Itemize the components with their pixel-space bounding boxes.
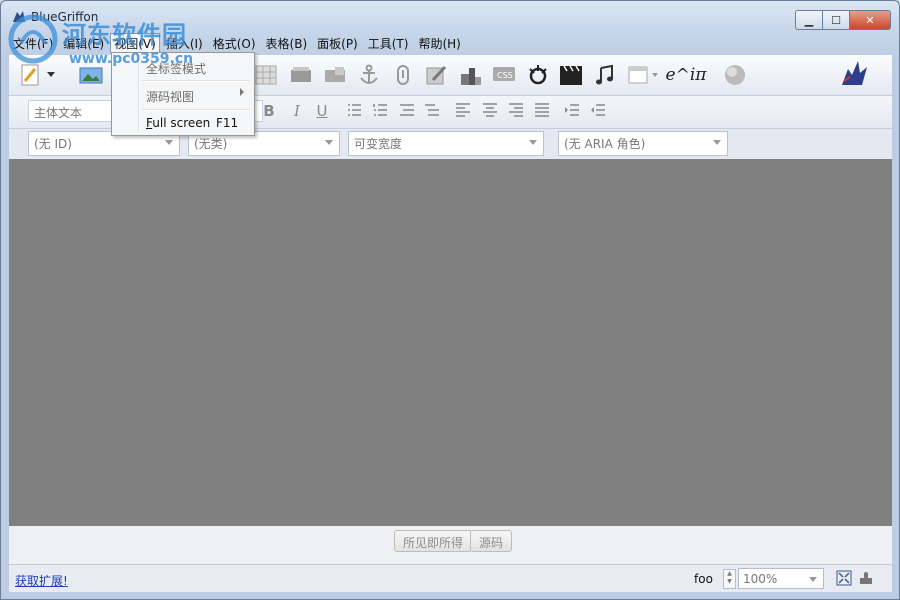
zoom-spinner[interactable]: ▲ ▼: [723, 569, 736, 589]
image-icon[interactable]: [79, 63, 103, 87]
bluegriffon-app-icon: [13, 11, 25, 22]
align-center-icon[interactable]: [481, 102, 499, 120]
chevron-down-icon: [809, 577, 817, 582]
edit-icon[interactable]: [424, 63, 448, 87]
title-bar[interactable]: BlueGriffon ▁ ☐ ✕: [1, 1, 899, 31]
maximize-button[interactable]: ☐: [822, 10, 849, 30]
form-field-icon[interactable]: [323, 63, 347, 87]
definition-term-icon[interactable]: [423, 102, 441, 120]
element-id-value: (无 ID): [34, 137, 72, 151]
form-icon[interactable]: [289, 63, 313, 87]
menu-insert[interactable]: 插入(I): [162, 33, 207, 53]
menu-tools[interactable]: 工具(T): [364, 33, 413, 53]
language-label: foo: [694, 572, 713, 586]
menu-bar: 文件(F) 编辑(E) 视图(V) 插入(I) 格式(O) 表格(B) 面板(P…: [9, 33, 467, 53]
menu-format[interactable]: 格式(O): [209, 33, 260, 53]
menu-file[interactable]: 文件(F): [9, 33, 57, 53]
menu-gutter: [138, 55, 140, 133]
chevron-down-icon[interactable]: [45, 63, 57, 87]
window-icon[interactable]: [626, 63, 650, 87]
outdent-icon[interactable]: [589, 102, 607, 120]
menu-item-all-tags-mode[interactable]: 全标签模式: [146, 60, 206, 77]
width-mode-value: 可变宽度: [354, 137, 403, 151]
full-screen-shortcut: F11: [216, 116, 239, 130]
menu-separator: [142, 80, 250, 82]
window-title: BlueGriffon: [31, 10, 99, 24]
menu-edit[interactable]: 编辑(E): [59, 33, 108, 53]
menu-item-source-view[interactable]: 源码视图: [146, 88, 194, 105]
video-icon[interactable]: [559, 63, 583, 87]
align-right-icon[interactable]: [507, 102, 525, 120]
view-mode-bar: 所见即所得 源码: [9, 526, 892, 564]
styles-icon[interactable]: [526, 63, 550, 87]
paragraph-style-value: 主体文本: [34, 106, 83, 120]
audio-icon[interactable]: [593, 63, 617, 87]
underline-button[interactable]: U: [313, 102, 331, 120]
addons-icon[interactable]: [858, 570, 874, 586]
submenu-arrow-icon: [240, 88, 244, 96]
chevron-down-icon: [325, 140, 333, 145]
editor-canvas[interactable]: [9, 159, 892, 526]
align-left-icon[interactable]: [454, 102, 472, 120]
width-mode-select[interactable]: 可变宽度: [348, 131, 544, 156]
italic-button[interactable]: I: [288, 102, 306, 120]
globe-icon[interactable]: [723, 63, 747, 87]
menu-view[interactable]: 视图(V): [110, 33, 160, 53]
menu-separator: [142, 109, 250, 111]
fullscreen-icon[interactable]: [836, 570, 852, 586]
chevron-down-icon: [529, 140, 537, 145]
indent-icon[interactable]: [563, 102, 581, 120]
math-icon[interactable]: e^iπ: [666, 63, 707, 87]
chevron-down-icon[interactable]: [649, 63, 661, 87]
view-menu-dropdown: 全标签模式 源码视图 Full screen F11: [111, 52, 255, 136]
tab-wysiwyg[interactable]: 所见即所得: [394, 530, 473, 552]
tab-source[interactable]: 源码: [470, 530, 513, 552]
menu-panels[interactable]: 面板(P): [313, 33, 362, 53]
blocks-icon[interactable]: [459, 63, 483, 87]
element-class-value: (无类): [194, 137, 228, 151]
bold-button[interactable]: B: [260, 102, 278, 120]
bullet-list-icon[interactable]: [345, 102, 363, 120]
bluegriffon-logo: [835, 59, 871, 89]
zoom-select[interactable]: 100%: [738, 568, 824, 589]
menu-help[interactable]: 帮助(H): [414, 33, 464, 53]
get-extensions-link[interactable]: 获取扩展!: [15, 572, 68, 589]
menu-item-full-screen[interactable]: Full screen: [146, 116, 210, 130]
css-icon[interactable]: CSS: [492, 63, 516, 87]
menu-item-full-screen-label: ull screen: [152, 116, 211, 130]
minimize-button[interactable]: ▁: [795, 10, 822, 30]
zoom-value: 100%: [743, 572, 778, 586]
menu-table[interactable]: 表格(B): [262, 33, 312, 53]
close-button[interactable]: ✕: [849, 10, 891, 30]
anchor-icon[interactable]: [357, 63, 381, 87]
svg-text:CSS: CSS: [497, 71, 513, 80]
chevron-down-icon: [713, 140, 721, 145]
attachment-icon[interactable]: [391, 63, 415, 87]
chevron-down-icon: [165, 140, 173, 145]
math-label: e^iπ: [665, 65, 707, 85]
align-justify-icon[interactable]: [533, 102, 551, 120]
table-icon[interactable]: [254, 63, 278, 87]
aria-role-value: (无 ARIA 角色): [564, 137, 646, 151]
aria-role-select[interactable]: (无 ARIA 角色): [558, 131, 728, 156]
definition-list-icon[interactable]: [398, 102, 416, 120]
app-window: BlueGriffon ▁ ☐ ✕ 文件(F) 编辑(E) 视图(V) 插入(I…: [0, 0, 900, 600]
numbered-list-icon[interactable]: [371, 102, 389, 120]
status-bar: 获取扩展! foo ▲ ▼ 100%: [9, 564, 892, 592]
window-controls: ▁ ☐ ✕: [795, 10, 891, 30]
new-document-icon[interactable]: [19, 63, 43, 87]
